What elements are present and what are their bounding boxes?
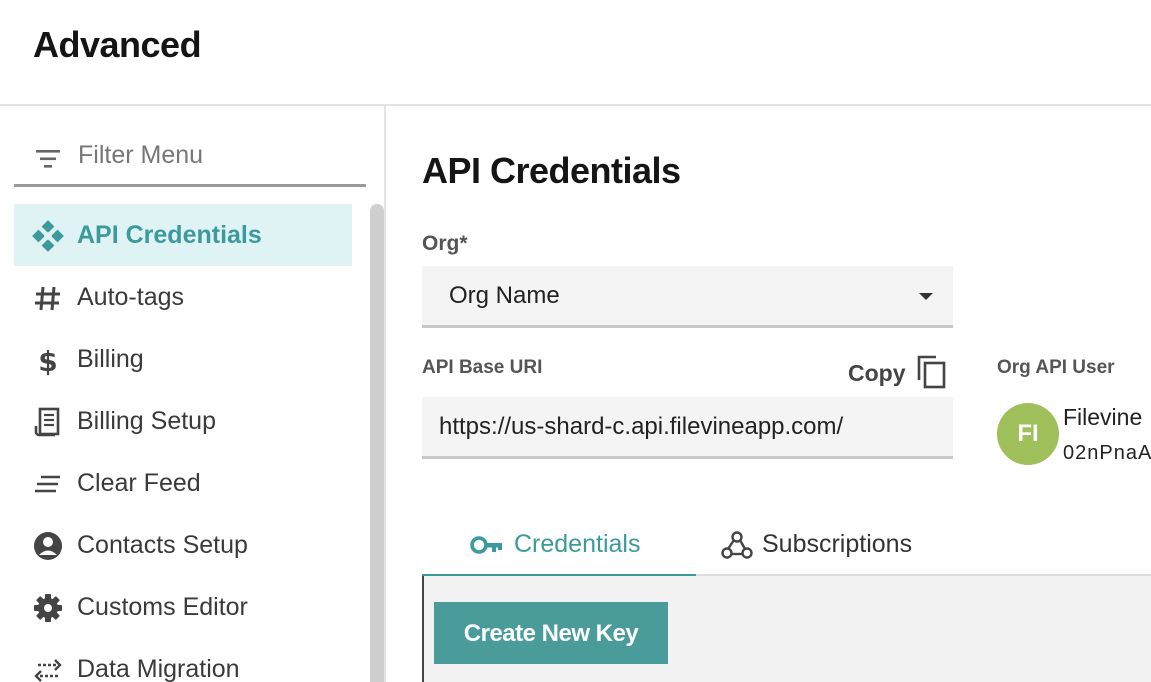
tab-subscriptions[interactable]: Subscriptions [696, 514, 956, 574]
api-base-uri-field[interactable]: https://us-shard-c.api.filevineapp.com/ [422, 397, 953, 459]
tab-bar: Credentials Subscriptions [422, 514, 1151, 577]
filter-menu-placeholder: Filter Menu [78, 141, 204, 169]
sidebar-item-customs-editor[interactable]: Customs Editor [14, 576, 352, 638]
gear-icon [34, 594, 62, 622]
org-api-user-label: Org API User [997, 357, 1115, 378]
avatar: FI [997, 403, 1059, 465]
sidebar-item-label: Billing [77, 345, 144, 373]
credentials-panel: Create New Key [422, 576, 1151, 682]
org-select-value: Org Name [449, 282, 560, 309]
org-api-user-id: 02nPnaA [1063, 442, 1151, 464]
page-title: Advanced [33, 24, 202, 65]
create-new-key-button[interactable]: Create New Key [434, 602, 668, 664]
api-diamond-icon [32, 220, 64, 252]
sidebar-item-label: API Credentials [77, 221, 262, 249]
sidebar-item-label: Data Migration [77, 655, 240, 682]
tab-credentials[interactable]: Credentials [422, 514, 696, 577]
sidebar-item-label: Auto-tags [77, 283, 185, 311]
sidebar-item-label: Billing Setup [77, 407, 216, 435]
filter-menu-input[interactable]: Filter Menu [14, 132, 366, 187]
org-label: Org* [422, 232, 468, 255]
transfer-arrows-icon [34, 659, 62, 682]
caret-down-icon [919, 293, 933, 300]
sidebar-item-label: Customs Editor [77, 593, 248, 621]
copy-button-label: Copy [848, 360, 906, 386]
clear-lines-icon [35, 475, 60, 493]
sidebar-item-auto-tags[interactable]: Auto-tags [14, 266, 352, 328]
copy-icon [917, 355, 946, 389]
tab-label: Subscriptions [762, 530, 913, 558]
hashtag-icon [35, 286, 60, 311]
filter-icon [36, 150, 60, 168]
sidebar-item-contacts-setup[interactable]: Contacts Setup [14, 514, 352, 576]
sidebar-item-billing[interactable]: $ Billing [14, 328, 352, 390]
dollar-icon: $ [38, 345, 57, 376]
svg-text:$: $ [38, 345, 57, 376]
sidebar-item-label: Contacts Setup [77, 531, 248, 559]
person-circle-icon [34, 532, 62, 560]
key-icon [470, 536, 502, 554]
webhook-icon [721, 531, 753, 559]
sidebar-item-clear-feed[interactable]: Clear Feed [14, 452, 352, 514]
receipt-icon [34, 407, 60, 437]
sidebar-item-label: Clear Feed [77, 469, 201, 497]
sidebar: Filter Menu API Credentials Auto-tags $ … [0, 106, 386, 682]
api-base-uri-value: https://us-shard-c.api.filevineapp.com/ [439, 413, 844, 440]
org-api-user-name: Filevine [1063, 404, 1143, 430]
sidebar-item-data-migration[interactable]: Data Migration [14, 638, 352, 682]
api-base-uri-label: API Base URI [422, 357, 543, 378]
main-content: API Credentials Org* Org Name API Base U… [386, 106, 1151, 682]
section-title: API Credentials [422, 150, 681, 191]
sidebar-item-billing-setup[interactable]: Billing Setup [14, 390, 352, 452]
org-select[interactable]: Org Name [422, 266, 953, 328]
sidebar-item-api-credentials[interactable]: API Credentials [14, 204, 352, 266]
sidebar-scrollbar[interactable] [370, 204, 384, 682]
page-header: Advanced [0, 0, 1151, 106]
tab-label: Credentials [514, 530, 641, 558]
